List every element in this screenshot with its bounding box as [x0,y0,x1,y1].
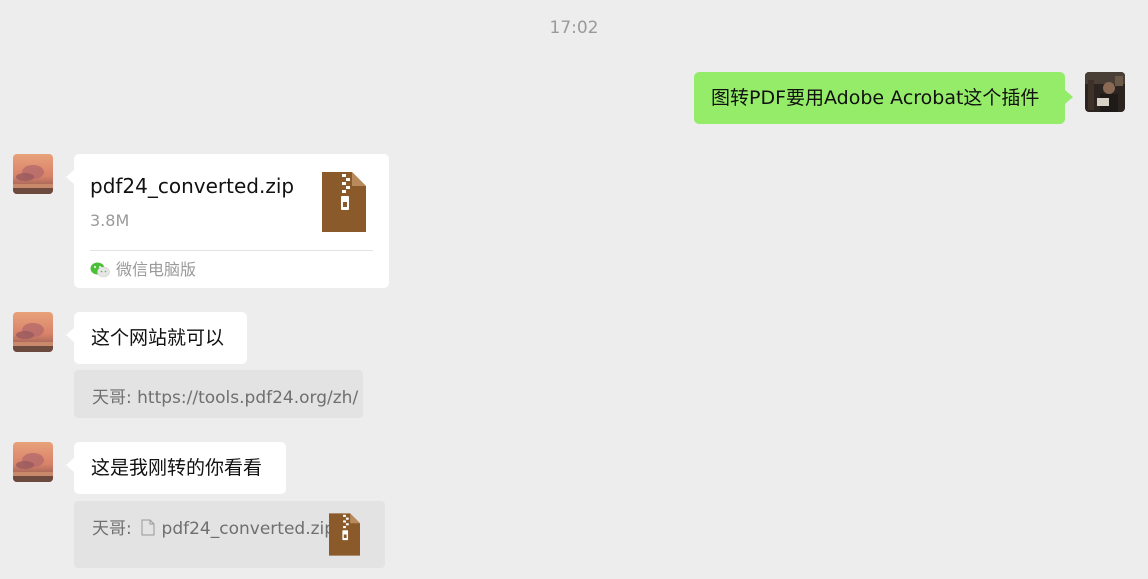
quote-file-name: pdf24_converted.zip [161,519,336,539]
incoming-message-bubble[interactable]: 这是我刚转的你看看 [66,442,286,494]
bubble-tail [66,170,74,184]
contact-avatar[interactable] [13,312,53,352]
my-avatar[interactable] [1085,72,1125,112]
file-size: 3.8M [90,211,130,230]
card-divider [90,250,373,251]
outgoing-message-bubble[interactable]: 图转PDF要用Adobe Acrobat这个插件 [694,72,1073,124]
message-text: 这是我刚转的你看看 [91,457,263,479]
bubble-tail [66,458,74,472]
quote-text: https://tools.pdf24.org/zh/ [137,388,359,408]
quote-author: 天哥: [92,519,132,539]
message-text: 这个网站就可以 [91,327,225,349]
quote-author: 天哥: [92,388,132,408]
zip-file-icon [322,172,366,232]
zip-file-icon [329,513,360,556]
message-text: 图转PDF要用Adobe Acrobat这个插件 [711,87,1040,109]
contact-avatar[interactable] [13,442,53,482]
file-source-label: 微信电脑版 [116,260,197,279]
document-icon [141,519,155,536]
file-message-card[interactable]: pdf24_converted.zip 3.8M 微信电脑版 [66,154,389,288]
wechat-icon [90,262,110,278]
file-name: pdf24_converted.zip [90,174,295,198]
bubble-tail [1065,90,1073,104]
quoted-file-reply[interactable]: 天哥: pdf24_converted.zip [74,501,385,568]
incoming-message-bubble[interactable]: 这个网站就可以 [66,312,247,364]
contact-avatar[interactable] [13,154,53,194]
file-source: 微信电脑版 [90,258,196,282]
message-timestamp: 17:02 [549,18,599,38]
bubble-tail [66,328,74,342]
quoted-reply[interactable]: 天哥: https://tools.pdf24.org/zh/ [74,370,363,418]
